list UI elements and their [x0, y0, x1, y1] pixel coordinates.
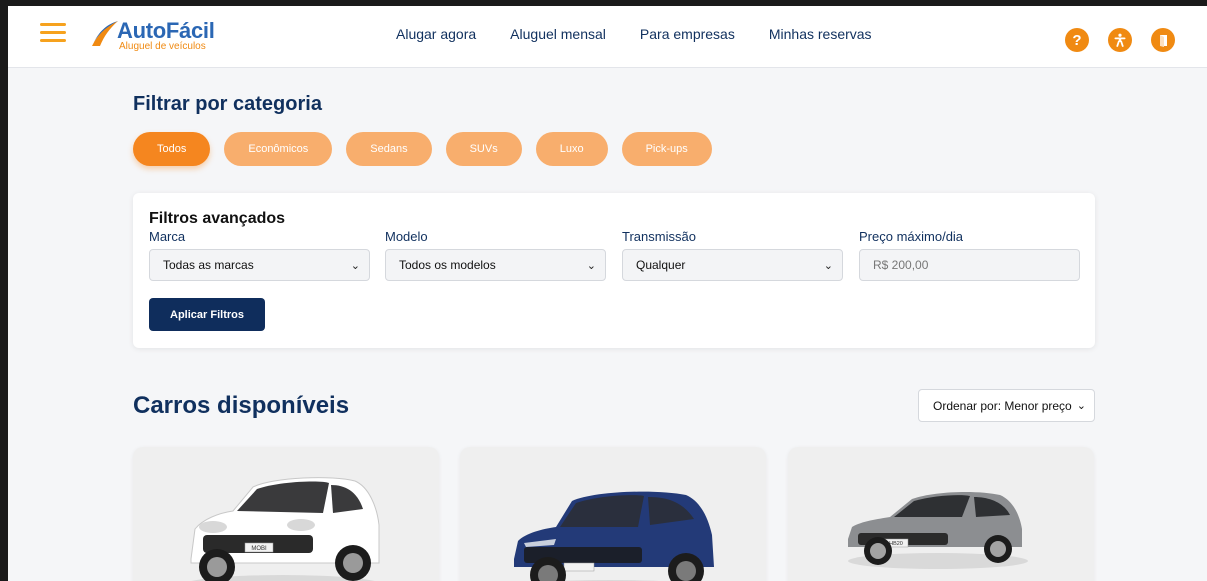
- car-card[interactable]: MOBI: [133, 447, 439, 581]
- model-label: Modelo: [385, 229, 428, 244]
- available-cars-title: Carros disponíveis: [133, 392, 350, 419]
- pill-luxo[interactable]: Luxo: [535, 132, 608, 166]
- category-title: Filtrar por categoria: [133, 93, 322, 115]
- brand-select[interactable]: Todas as marcas ⌄: [149, 249, 370, 281]
- model-group: Modelo Todos os modelos ⌄: [385, 229, 606, 281]
- price-label: Preço máximo/dia: [859, 229, 964, 244]
- apply-filters-button[interactable]: Aplicar Filtros: [149, 298, 265, 331]
- chevron-down-icon: ⌄: [823, 260, 833, 272]
- car-image: HB20: [848, 491, 1028, 569]
- transmission-select[interactable]: Qualquer ⌄: [622, 249, 843, 281]
- sort-select-value: Ordenar por: Menor preço: [933, 398, 1072, 413]
- model-select[interactable]: Todos os modelos ⌄: [385, 249, 606, 281]
- transmission-select-value: Qualquer: [636, 258, 686, 272]
- max-price-placeholder: R$ 200,00: [873, 258, 929, 272]
- pill-economicos[interactable]: Econômicos: [224, 132, 333, 166]
- car-image: [514, 491, 714, 581]
- brand-select-value: Todas as marcas: [163, 258, 254, 272]
- model-select-value: Todos os modelos: [399, 258, 496, 272]
- main-nav: Alugar agora Aluguel mensal Para empresa…: [396, 26, 906, 42]
- transmission-group: Transmissão Qualquer ⌄: [622, 229, 843, 281]
- nav-alugar-agora[interactable]: Alugar agora: [396, 26, 476, 42]
- top-header: AutoFácil Aluguel de veículos Alugar ago…: [8, 6, 1207, 68]
- advanced-filters-panel: Filtros avançados Marca Todas as marcas …: [133, 193, 1095, 348]
- nav-para-empresas[interactable]: Para empresas: [640, 26, 735, 42]
- nav-minhas-reservas[interactable]: Minhas reservas: [769, 26, 872, 42]
- max-price-input[interactable]: R$ 200,00: [859, 249, 1080, 281]
- accessibility-icon[interactable]: [1108, 28, 1132, 52]
- menu-icon[interactable]: [40, 23, 66, 45]
- sort-select[interactable]: Ordenar por: Menor preço ⌄: [918, 389, 1095, 422]
- pill-todos[interactable]: Todos: [133, 132, 211, 166]
- transmission-label: Transmissão: [622, 229, 696, 244]
- pill-sedans[interactable]: Sedans: [346, 132, 432, 166]
- chevron-down-icon: ⌄: [586, 260, 596, 272]
- brand-group: Marca Todas as marcas ⌄: [149, 229, 370, 281]
- chevron-down-icon: ⌄: [1076, 400, 1086, 412]
- app-frame: AutoFácil Aluguel de veículos Alugar ago…: [8, 6, 1207, 581]
- logo-subtitle: Aluguel de veículos: [119, 41, 206, 52]
- help-icon[interactable]: ?: [1065, 28, 1089, 52]
- car-card[interactable]: [460, 447, 766, 581]
- brand-label: Marca: [149, 229, 186, 244]
- car-card[interactable]: HB20: [788, 447, 1094, 581]
- category-pills: Todos Econômicos Sedans SUVs Luxo Pick-u…: [133, 132, 726, 166]
- svg-text:HB20: HB20: [889, 541, 903, 547]
- header-actions: ?: [1065, 28, 1175, 52]
- pill-suvs[interactable]: SUVs: [445, 132, 522, 166]
- logout-icon[interactable]: [1151, 28, 1175, 52]
- nav-aluguel-mensal[interactable]: Aluguel mensal: [510, 26, 606, 42]
- price-group: Preço máximo/dia R$ 200,00: [859, 229, 1080, 281]
- advanced-filters-title: Filtros avançados: [149, 210, 286, 227]
- pill-pickups[interactable]: Pick-ups: [621, 132, 712, 166]
- logo-swoosh-icon: [92, 21, 118, 46]
- car-image: MOBI: [190, 477, 380, 581]
- svg-text:MOBI: MOBI: [251, 546, 267, 552]
- chevron-down-icon: ⌄: [350, 260, 360, 272]
